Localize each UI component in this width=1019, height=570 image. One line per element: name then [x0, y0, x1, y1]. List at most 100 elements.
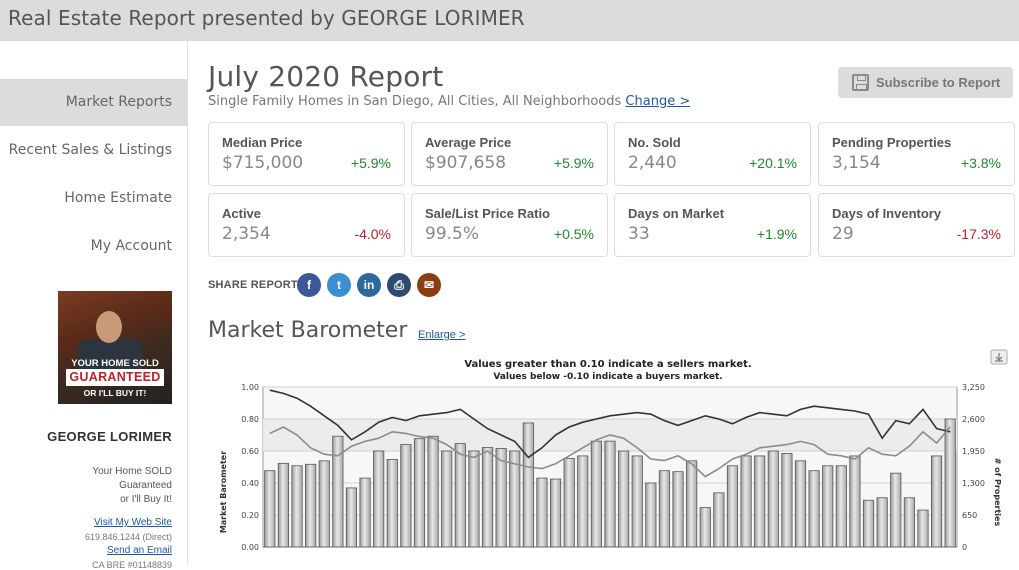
chart-bar	[699, 507, 711, 548]
main-content: July 2020 Report Single Family Homes in …	[188, 41, 1019, 565]
stat-label: Days on Market	[628, 206, 725, 221]
visit-site-link[interactable]: Visit My Web Site	[0, 517, 172, 528]
twitter-icon[interactable]: t	[327, 273, 351, 297]
chart-bar	[713, 492, 725, 548]
y-tick-label: 0.80	[241, 415, 259, 424]
chart-note-2: Values below -0.10 indicate a buyers mar…	[493, 372, 722, 382]
sidebar: Market Reports Recent Sales & Listings H…	[0, 41, 188, 570]
chart-bar	[359, 477, 371, 548]
y2-tick-label: 3,250	[962, 383, 985, 392]
report-scope: Single Family Homes in San Diego, All Ci…	[208, 94, 622, 109]
stat-change: +0.5%	[553, 226, 594, 242]
page-title: July 2020 Report	[208, 60, 444, 93]
chart-bar	[264, 470, 276, 548]
y-tick-label: 0.20	[241, 511, 259, 520]
download-icon[interactable]	[990, 349, 1008, 365]
chart-bar	[400, 444, 412, 548]
stat-change: +1.9%	[756, 226, 797, 242]
chart-bar	[876, 497, 888, 548]
chart-bar	[645, 482, 657, 548]
facebook-icon[interactable]: f	[297, 273, 321, 297]
chart-bar	[522, 422, 534, 548]
y-tick-label: 1.00	[241, 383, 259, 392]
chart-bar	[590, 440, 602, 548]
chart-bar	[781, 453, 793, 548]
chart-bar	[441, 450, 453, 548]
chart-bar	[754, 455, 766, 548]
chart-bar	[658, 470, 671, 548]
subscribe-label: Subscribe to Report	[876, 75, 1001, 90]
stat-card: Days of Inventory 29 -17.3%	[818, 193, 1015, 257]
sidebar-item-my-account[interactable]: My Account	[0, 223, 188, 270]
stat-card: Active 2,354 -4.0%	[208, 193, 405, 257]
chart-bar	[495, 448, 507, 548]
stat-value: $715,000	[222, 153, 304, 173]
chart-bar	[726, 465, 739, 548]
y2-tick-label: 2,600	[962, 415, 985, 424]
chart-bar	[345, 487, 358, 548]
chart-bar	[835, 465, 847, 548]
y2-tick-label: 0	[962, 543, 967, 552]
top-bar: Real Estate Report presented by GEORGE L…	[0, 0, 1019, 41]
chart-bar	[767, 450, 779, 548]
y-tick-label: 0.40	[241, 479, 259, 488]
change-link[interactable]: Change >	[625, 94, 690, 109]
header-title: Real Estate Report presented by GEORGE L…	[8, 6, 525, 30]
stat-change: +5.9%	[350, 155, 391, 171]
stat-change: +20.1%	[749, 155, 797, 171]
chart-bar	[862, 499, 875, 548]
stat-card: No. Sold 2,440 +20.1%	[614, 122, 811, 186]
chart-bar	[413, 438, 426, 548]
y-axis-label: Market Barometer	[219, 451, 228, 533]
stat-value: 3,154	[832, 153, 881, 173]
save-icon	[852, 74, 869, 91]
sidebar-item-market-reports[interactable]: Market Reports	[0, 79, 188, 126]
stat-change: +3.8%	[960, 155, 1001, 171]
stat-value: 2,354	[222, 224, 271, 244]
stat-label: Median Price	[222, 135, 303, 150]
send-email-link[interactable]: Send an Email	[0, 545, 172, 556]
stat-label: Sale/List Price Ratio	[425, 206, 550, 221]
banner-line-3: OR I'LL BUY IT!	[83, 388, 147, 398]
y-tick-label: 0.00	[241, 543, 259, 552]
y2-tick-label: 1,950	[962, 447, 985, 456]
tagline-line: or I'll Buy It!	[120, 494, 172, 505]
y2-tick-label: 1,300	[962, 479, 985, 488]
chart-bar	[604, 440, 616, 548]
stat-label: Pending Properties	[832, 135, 952, 150]
subscribe-button[interactable]: Subscribe to Report	[838, 67, 1013, 98]
chart-bar	[563, 457, 575, 548]
chart-bar	[903, 497, 915, 548]
enlarge-link[interactable]: Enlarge >	[418, 329, 465, 341]
share-label: SHARE REPORT	[208, 279, 298, 291]
chart-bar	[917, 509, 929, 548]
chart-bar	[944, 418, 956, 548]
email-icon[interactable]: ✉	[417, 273, 441, 297]
banner-line-1: YOUR HOME SOLD	[71, 358, 159, 369]
stat-label: Days of Inventory	[832, 206, 942, 221]
stat-value: 33	[628, 224, 650, 244]
chart-bar	[373, 450, 385, 548]
chart-plot: 0.00 0.20 0.40 0.60 0.80 1.00 0 650 1,300 1,950 2,…	[241, 383, 985, 552]
chart-bar	[686, 460, 698, 548]
chart-bar	[631, 455, 643, 548]
y2-tick-label: 650	[962, 511, 977, 520]
stat-change: -4.0%	[354, 226, 391, 242]
chart-bar	[291, 465, 303, 548]
stat-card: Pending Properties 3,154 +3.8%	[818, 122, 1015, 186]
chart-bar	[808, 470, 820, 548]
sidebar-item-recent-sales[interactable]: Recent Sales & Listings	[0, 127, 188, 174]
chart-bar	[890, 472, 902, 548]
linkedin-icon[interactable]: in	[357, 273, 381, 297]
agent-license: CA BRE #01148839	[92, 560, 172, 570]
chart-bar	[740, 455, 752, 548]
stat-label: No. Sold	[628, 135, 681, 150]
sidebar-item-home-estimate[interactable]: Home Estimate	[0, 175, 188, 222]
stat-card: Days on Market 33 +1.9%	[614, 193, 811, 257]
barometer-title: Market Barometer	[208, 318, 408, 343]
stat-label: Active	[222, 206, 262, 221]
stat-card: Sale/List Price Ratio 99.5% +0.5%	[411, 193, 608, 257]
stat-value: $907,658	[425, 153, 507, 173]
report-subtitle: Single Family Homes in San Diego, All Ci…	[208, 94, 690, 109]
print-icon[interactable]: ⎙	[387, 273, 411, 297]
